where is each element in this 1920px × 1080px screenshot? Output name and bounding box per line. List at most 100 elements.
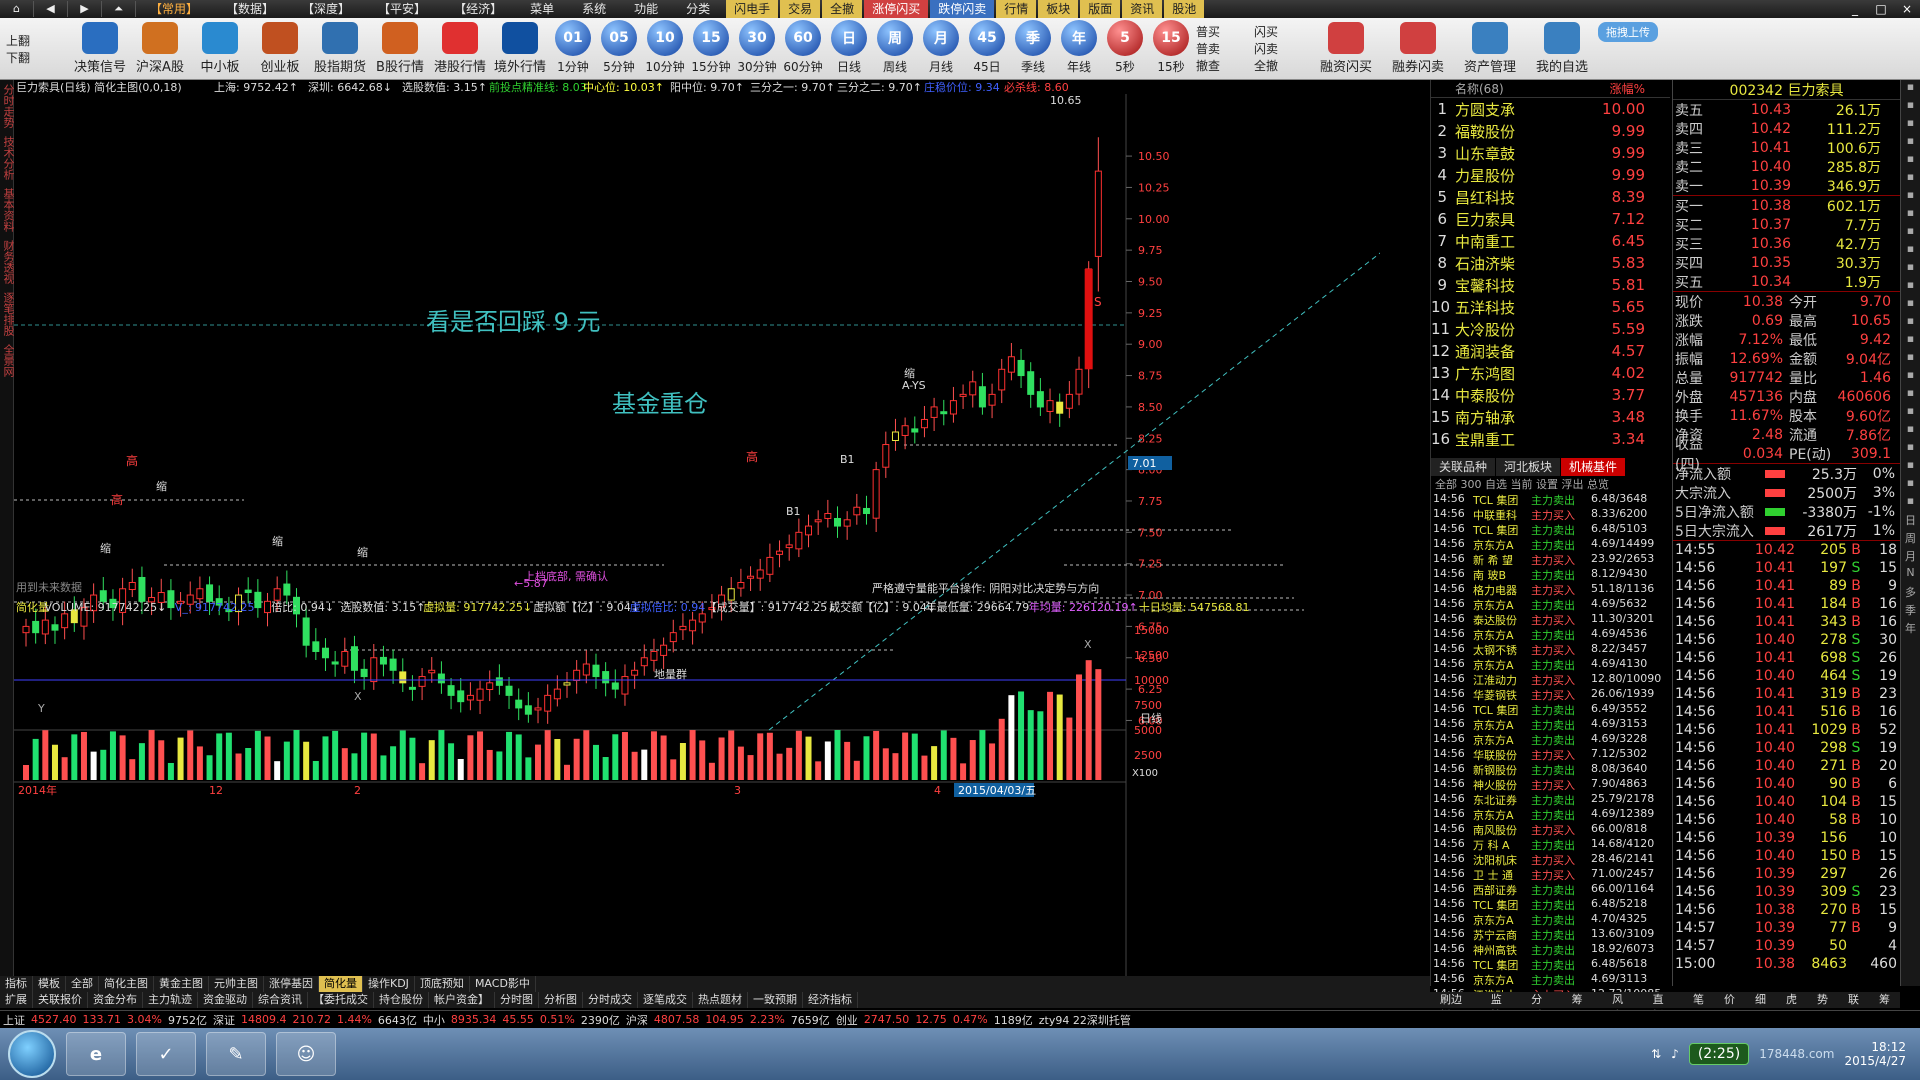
menu-tag-4[interactable]: 跌停闪卖 [930, 0, 995, 18]
period-shortcut-3[interactable]: N [1901, 566, 1920, 584]
period-button-13[interactable]: 15 15秒 [1148, 18, 1194, 79]
side-tool-icon[interactable]: ▪ [1901, 386, 1920, 404]
volume-bar[interactable] [998, 718, 1005, 780]
volume-bar[interactable] [583, 730, 590, 780]
volume-bar[interactable] [853, 760, 860, 780]
candle-body[interactable] [920, 418, 928, 429]
side-tool-icon[interactable]: ▪ [1901, 134, 1920, 152]
volume-bar[interactable] [621, 732, 628, 780]
volume-bar[interactable] [815, 761, 822, 780]
sell-order-row[interactable]: 卖二 10.40 285.8万 [1673, 157, 1900, 176]
flow-row[interactable]: 14:56 华菱钢铁 主力买入 26.06/1939 [1431, 687, 1670, 702]
volume-bar[interactable] [931, 746, 938, 780]
candle-body[interactable] [843, 519, 851, 527]
flow-row[interactable]: 14:56 泰达股份 主力买入 11.30/3201 [1431, 612, 1670, 627]
candle-body[interactable] [534, 707, 542, 711]
volume-bar[interactable] [312, 760, 319, 780]
volume-bar[interactable] [274, 761, 281, 780]
volume-bar[interactable] [283, 741, 290, 780]
candle-body[interactable] [940, 411, 948, 415]
menu-tag-1[interactable]: 交易 [780, 0, 821, 18]
candle-body[interactable] [834, 517, 841, 527]
candle-body[interactable] [196, 588, 204, 600]
market-button-2[interactable]: 中小板 [190, 18, 250, 79]
side-tool-icon[interactable]: ▪ [1901, 260, 1920, 278]
candle-body[interactable] [988, 393, 996, 406]
candle-body[interactable] [515, 699, 523, 709]
buy-order-row[interactable]: 买一 10.38 602.1万 [1673, 196, 1900, 215]
side-tool-icon[interactable]: ▪ [1901, 494, 1920, 512]
period-button-6[interactable]: 日日线 [826, 18, 872, 79]
indicator-tab-4[interactable]: 黄金主图 [154, 976, 209, 992]
extension-tab-3[interactable]: 主力轨迹 [143, 992, 198, 1008]
extension-tab-0[interactable]: 扩展 [0, 992, 33, 1008]
side-tool-icon[interactable]: ▪ [1901, 152, 1920, 170]
flow-row[interactable]: 14:56 京东方A 主力卖出 4.69/4130 [1431, 657, 1670, 672]
volume-bar[interactable] [100, 749, 107, 780]
period-button-1[interactable]: 05 5分钟 [596, 18, 642, 79]
side-tool-icon[interactable]: ▪ [1901, 170, 1920, 188]
flow-row[interactable]: 14:56 东北证券 主力卖出 25.79/2178 [1431, 792, 1670, 807]
volume-icon[interactable]: ♪ [1671, 1047, 1679, 1061]
candle-body[interactable] [766, 556, 774, 575]
flow-row[interactable]: 14:56 TCL 集团 主力卖出 6.49/3552 [1431, 702, 1670, 717]
extension-tab-1[interactable]: 关联报价 [33, 992, 88, 1008]
menu-tag-6[interactable]: 板块 [1038, 0, 1079, 18]
candle-body[interactable] [350, 646, 358, 671]
flow-row[interactable]: 14:56 京东方A 主力卖出 4.69/5632 [1431, 597, 1670, 612]
candle-body[interactable] [698, 613, 706, 623]
sell-order-row[interactable]: 卖三 10.41 100.6万 [1673, 138, 1900, 157]
candle-body[interactable] [747, 575, 755, 579]
menu-tag-2[interactable]: 全撤 [822, 0, 863, 18]
flow-row[interactable]: 14:56 卫 士 通 主力买入 71.00/2457 [1431, 867, 1670, 882]
volume-bar[interactable] [1018, 691, 1025, 780]
market-button-7[interactable]: 境外行情 [490, 18, 550, 79]
volume-bar[interactable] [911, 733, 918, 780]
flow-row[interactable]: 14:56 太钢不锈 主力买入 8.22/3457 [1431, 642, 1670, 657]
market-button-5[interactable]: B股行情 [370, 18, 430, 79]
candle-body[interactable] [389, 658, 397, 671]
volume-bar[interactable] [1066, 717, 1073, 780]
candle-body[interactable] [399, 671, 407, 684]
flow-row[interactable]: 14:56 京东方A 主力卖出 4.69/3228 [1431, 732, 1670, 747]
candle-body[interactable] [264, 600, 272, 614]
volume-bar[interactable] [1008, 695, 1015, 780]
candle-body[interactable] [592, 664, 600, 678]
extension-tab-15[interactable]: 经济指标 [803, 992, 858, 1008]
candle-body[interactable] [853, 506, 861, 516]
flow-row[interactable]: 14:56 沈阳机床 主力买入 28.46/2141 [1431, 852, 1670, 867]
volume-bar[interactable] [109, 731, 116, 780]
side-tool-icon[interactable]: ▪ [1901, 98, 1920, 116]
candle-body[interactable] [563, 682, 571, 686]
volume-bar[interactable] [303, 741, 310, 780]
ranking-row[interactable]: 14 中泰股份 3.77 [1431, 384, 1670, 406]
flow-row[interactable]: 14:56 京东方A 主力卖出 4.70/4325 [1431, 912, 1670, 927]
volume-bar[interactable] [824, 741, 831, 780]
flow-row[interactable]: 14:56 TCL 集团 主力卖出 6.48/3648 [1431, 492, 1670, 507]
volume-bar[interactable] [766, 732, 773, 780]
volume-bar[interactable] [979, 730, 986, 780]
sell-order-row[interactable]: 卖一 10.39 346.9万 [1673, 176, 1900, 195]
market-button-0[interactable]: 决策信号 [70, 18, 130, 79]
volume-bar[interactable] [535, 744, 542, 780]
volume-bar[interactable] [631, 751, 638, 780]
extension-tab-5[interactable]: 综合资讯 [253, 992, 308, 1008]
period-shortcut-2[interactable]: 月 [1901, 548, 1920, 566]
taskbar-app-3[interactable]: ☺ [276, 1032, 336, 1076]
volume-bar[interactable] [892, 753, 899, 780]
flow-row[interactable]: 14:56 华联股份 主力买入 7.12/5302 [1431, 747, 1670, 762]
period-shortcut-5[interactable]: 季 [1901, 602, 1920, 620]
menu-tag-7[interactable]: 版面 [1080, 0, 1121, 18]
volume-bar[interactable] [158, 740, 165, 780]
ranking-row[interactable]: 16 宝鼎重工 3.34 [1431, 428, 1670, 450]
account-button-3[interactable]: 我的自选 [1526, 18, 1598, 79]
volume-bar[interactable] [438, 730, 445, 780]
volume-bar[interactable] [950, 737, 957, 780]
candle-body[interactable] [312, 641, 320, 652]
volume-bar[interactable] [1085, 660, 1092, 780]
candle-body[interactable] [273, 588, 281, 601]
menu-item-5[interactable]: 菜单 [516, 0, 568, 18]
volume-bar[interactable] [670, 759, 677, 780]
candle-body[interactable] [602, 671, 610, 684]
candle-body[interactable] [650, 650, 658, 661]
